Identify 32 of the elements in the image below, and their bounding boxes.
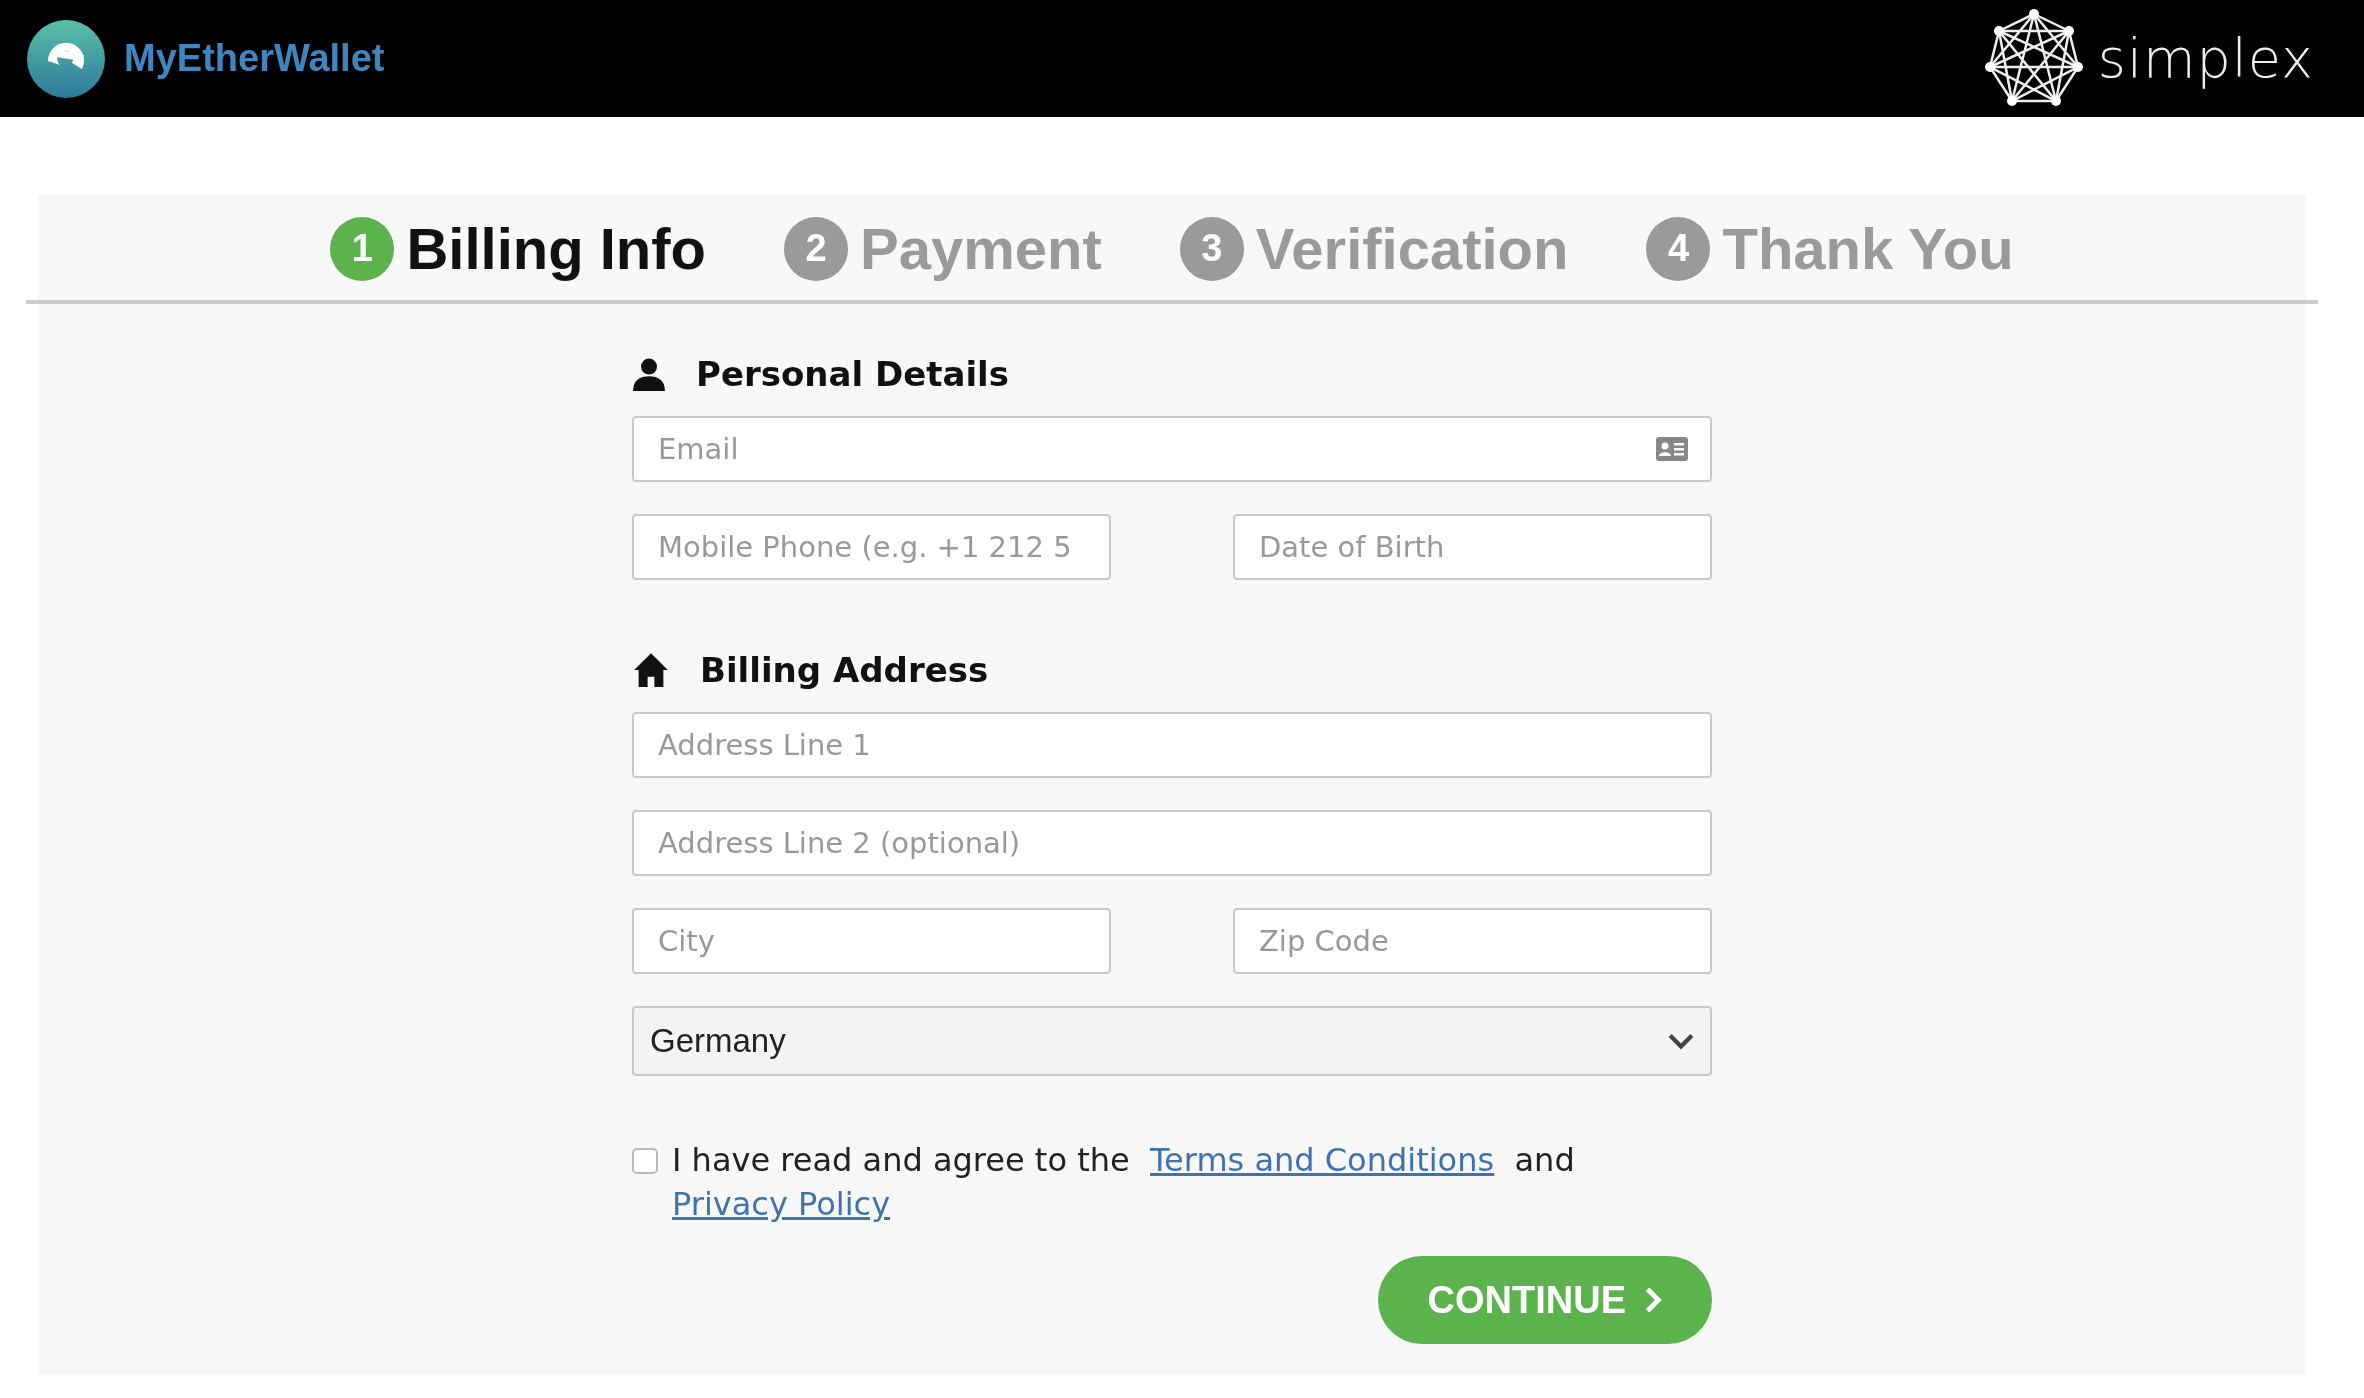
brand-name: MyEtherWallet xyxy=(124,37,385,80)
home-icon xyxy=(632,652,670,688)
step-number: 4 xyxy=(1646,216,1711,281)
agreement-text: I have read and agree to the Terms and Conditions and Privacy Policy xyxy=(672,1140,1576,1225)
step-tab[interactable]: Thank You xyxy=(1722,215,2014,282)
input-field[interactable]: Zip Code xyxy=(1233,908,1712,974)
continue-button[interactable]: CONTINUE xyxy=(1377,1256,1712,1344)
input-field[interactable]: Email xyxy=(632,416,1712,482)
person-icon xyxy=(632,357,666,391)
input-field[interactable]: Address Line 2 (optional) xyxy=(632,810,1712,876)
input-field[interactable]: Mobile Phone (e.g. +1 212 5 xyxy=(632,514,1111,580)
agree-checkbox[interactable] xyxy=(632,1148,658,1174)
input-field[interactable]: Address Line 1 xyxy=(632,712,1712,778)
network-icon xyxy=(1983,8,2084,109)
chevron-right-icon xyxy=(1644,1287,1662,1313)
terms-link[interactable]: Terms and Conditions xyxy=(1150,1141,1495,1179)
step-tab[interactable]: Payment xyxy=(860,215,1102,282)
section-title: Billing Address xyxy=(700,650,989,690)
step-tab[interactable]: Billing Info xyxy=(406,215,707,282)
step-number: 1 xyxy=(330,216,395,281)
input-field[interactable]: Date of Birth xyxy=(1233,514,1712,580)
logo-icon xyxy=(26,18,106,99)
partner-name: simplex xyxy=(2097,27,2314,90)
input-field[interactable]: City xyxy=(632,908,1111,974)
contact-card-icon xyxy=(1656,437,1688,461)
section-title: Personal Details xyxy=(696,354,1009,394)
country-dropdown[interactable]: Germany xyxy=(632,1006,1712,1076)
privacy-link[interactable]: Privacy Policy xyxy=(672,1185,891,1223)
step-tab[interactable]: Verification xyxy=(1255,215,1569,282)
step-number: 3 xyxy=(1179,216,1244,281)
chevron-down-icon xyxy=(1668,1032,1694,1050)
step-number: 2 xyxy=(784,216,849,281)
